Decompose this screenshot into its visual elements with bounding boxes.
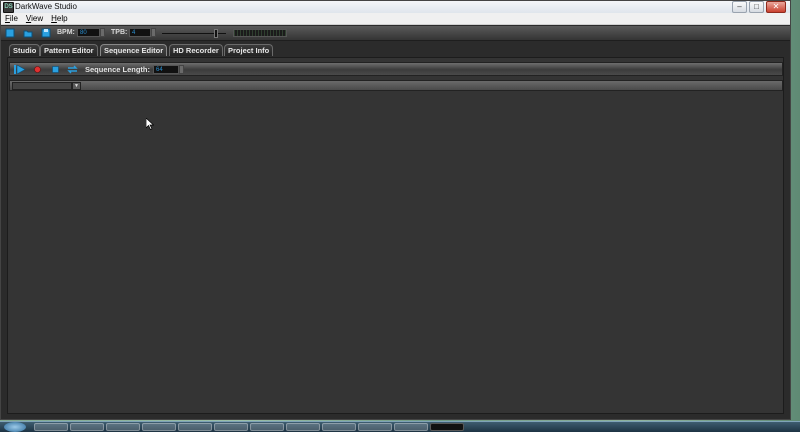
menu-help[interactable]: Help <box>51 13 67 24</box>
close-button[interactable]: ✕ <box>766 1 786 13</box>
loop-icon[interactable] <box>66 64 79 75</box>
app-logo-icon: DS <box>3 2 14 13</box>
tab-bar: Studio Pattern Editor Sequence Editor HD… <box>1 44 790 56</box>
window-title: DarkWave Studio <box>15 2 77 11</box>
sequence-editor-panel: Sequence Length: 64 ▼ <box>7 57 784 414</box>
main-toolbar: BPM: 80 TPB: 4 <box>1 26 790 41</box>
chevron-down-icon[interactable]: ▼ <box>72 82 81 90</box>
save-disk-icon[interactable] <box>41 28 51 38</box>
taskbar-app-button[interactable] <box>70 423 104 431</box>
tpb-label: TPB: <box>111 29 128 36</box>
record-icon[interactable] <box>33 64 42 75</box>
taskbar-app-button[interactable] <box>250 423 284 431</box>
pattern-select[interactable] <box>12 82 72 90</box>
new-file-icon[interactable] <box>5 28 15 38</box>
tpb-stepper[interactable] <box>151 28 156 37</box>
sequence-length-input[interactable]: 64 <box>153 65 179 74</box>
sequence-length-label: Sequence Length: <box>85 65 151 74</box>
volume-slider-handle[interactable] <box>214 29 218 38</box>
tpb-input[interactable]: 4 <box>129 28 151 37</box>
bpm-input[interactable]: 80 <box>77 28 100 37</box>
taskbar-app-button[interactable] <box>178 423 212 431</box>
tab-project-info[interactable]: Project Info <box>224 44 274 56</box>
play-icon[interactable] <box>13 64 26 75</box>
taskbar-app-button[interactable] <box>214 423 248 431</box>
taskbar-app-button[interactable] <box>34 423 68 431</box>
tab-hd-recorder[interactable]: HD Recorder <box>169 44 223 56</box>
mouse-cursor-icon <box>146 118 154 130</box>
taskbar-app-button[interactable] <box>142 423 176 431</box>
pattern-selector-bar: ▼ <box>9 80 783 91</box>
maximize-button[interactable]: □ <box>749 1 764 13</box>
taskbar-app-button-active[interactable] <box>430 423 464 431</box>
menu-bar: File View Help <box>1 13 790 25</box>
bpm-stepper[interactable] <box>100 28 105 37</box>
taskbar-app-button[interactable] <box>394 423 428 431</box>
taskbar-app-button[interactable] <box>106 423 140 431</box>
sequence-length-stepper[interactable] <box>179 65 184 74</box>
stop-icon[interactable] <box>51 64 60 75</box>
taskbar-app-button[interactable] <box>358 423 392 431</box>
output-level-meter <box>233 29 287 37</box>
menu-file[interactable]: File <box>5 13 18 24</box>
tab-sequence-editor[interactable]: Sequence Editor <box>100 44 168 56</box>
taskbar-app-button[interactable] <box>286 423 320 431</box>
open-folder-icon[interactable] <box>23 28 33 38</box>
tab-studio[interactable]: Studio <box>9 44 41 56</box>
os-taskbar <box>0 421 800 432</box>
menu-view[interactable]: View <box>26 13 43 24</box>
sequence-toolbar: Sequence Length: 64 <box>9 62 783 76</box>
bpm-label: BPM: <box>57 29 75 36</box>
taskbar-app-button[interactable] <box>322 423 356 431</box>
tab-pattern-editor[interactable]: Pattern Editor <box>40 44 98 56</box>
app-window: DS DarkWave Studio – □ ✕ File View Help … <box>0 0 791 420</box>
minimize-button[interactable]: – <box>732 1 747 13</box>
